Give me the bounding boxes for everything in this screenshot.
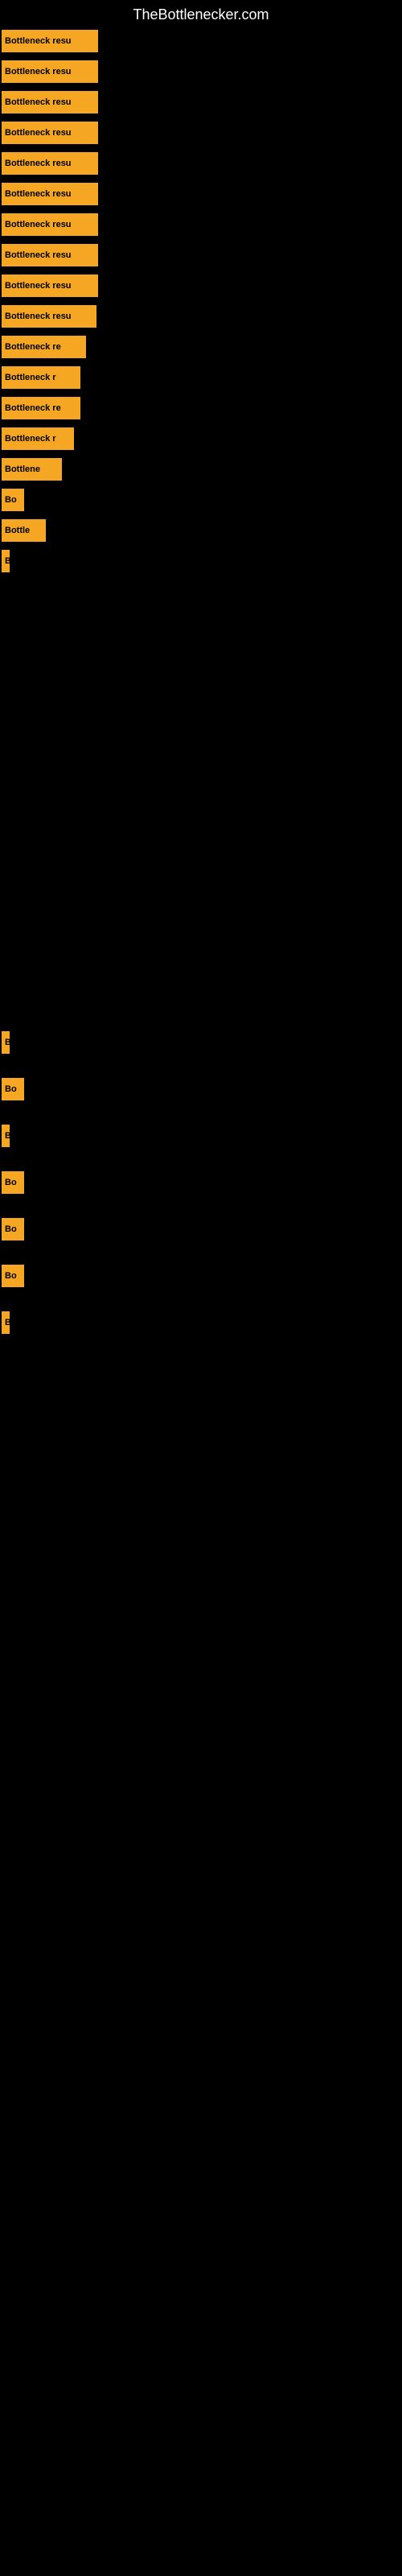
gap-4 — [2, 741, 400, 838]
bottleneck-label-11: Bottleneck re — [2, 336, 86, 358]
bottleneck-row-14: Bottleneck r — [2, 427, 400, 450]
bottleneck-row-24: Bo — [2, 1265, 400, 1287]
bottleneck-row-5: Bottleneck resu — [2, 152, 400, 175]
bottleneck-row-20: Bo — [2, 1078, 400, 1100]
bottleneck-row-11: Bottleneck re — [2, 336, 400, 358]
bottleneck-row-16: Bo — [2, 489, 400, 511]
bottleneck-row-17: Bottle — [2, 519, 400, 542]
gap-6 — [2, 935, 400, 1031]
bottleneck-label-5: Bottleneck resu — [2, 152, 98, 175]
bottleneck-row-9: Bottleneck resu — [2, 275, 400, 297]
bottleneck-row-1: Bottleneck resu — [2, 30, 400, 52]
bottleneck-row-10: Bottleneck resu — [2, 305, 400, 328]
row-gap-24 — [2, 1295, 400, 1311]
bottleneck-label-2: Bottleneck resu — [2, 60, 98, 83]
rows-container-bottom: B Bo B Bo Bo Bo B — [2, 1031, 400, 1358]
row-gap-22 — [2, 1202, 400, 1218]
bottleneck-row-21: B — [2, 1125, 400, 1147]
row-gap-19 — [2, 1062, 400, 1078]
bottleneck-row-7: Bottleneck resu — [2, 213, 400, 236]
bottleneck-row-23: Bo — [2, 1218, 400, 1241]
bottleneck-label-3: Bottleneck resu — [2, 91, 98, 114]
site-title: TheBottlenecker.com — [2, 0, 400, 30]
bottleneck-label-24: Bo — [2, 1265, 24, 1287]
bottleneck-row-25: B — [2, 1311, 400, 1334]
bottleneck-row-22: Bo — [2, 1171, 400, 1194]
bottleneck-row-15: Bottlene — [2, 458, 400, 481]
bottleneck-label-7: Bottleneck resu — [2, 213, 98, 236]
bottleneck-label-21: B — [2, 1125, 10, 1147]
bottleneck-row-12: Bottleneck r — [2, 366, 400, 389]
rows-container: Bottleneck resu Bottleneck resu Bottleneck… — [2, 30, 400, 572]
bottleneck-label-12: Bottleneck r — [2, 366, 80, 389]
bottleneck-label-18: B — [2, 550, 10, 572]
bottleneck-label-25: B — [2, 1311, 10, 1334]
bottleneck-row-3: Bottleneck resu — [2, 91, 400, 114]
row-gap-20 — [2, 1108, 400, 1125]
bottleneck-row-13: Bottleneck re — [2, 397, 400, 419]
bottleneck-row-19: B — [2, 1031, 400, 1054]
bottleneck-label-20: Bo — [2, 1078, 24, 1100]
bottleneck-row-6: Bottleneck resu — [2, 183, 400, 205]
bottleneck-label-10: Bottleneck resu — [2, 305, 96, 328]
bottleneck-label-17: Bottle — [2, 519, 46, 542]
bottleneck-label-15: Bottlene — [2, 458, 62, 481]
bottleneck-label-13: Bottleneck re — [2, 397, 80, 419]
bottleneck-label-6: Bottleneck resu — [2, 183, 98, 205]
bottleneck-label-14: Bottleneck r — [2, 427, 74, 450]
bottleneck-row-4: Bottleneck resu — [2, 122, 400, 144]
bottleneck-label-22: Bo — [2, 1171, 24, 1194]
gap-1 — [2, 580, 400, 629]
bottleneck-label-4: Bottleneck resu — [2, 122, 98, 144]
gap-5 — [2, 838, 400, 935]
bottleneck-label-9: Bottleneck resu — [2, 275, 98, 297]
bottleneck-row-18: B — [2, 550, 400, 572]
row-gap-25 — [2, 1342, 400, 1358]
bottleneck-row-8: Bottleneck resu — [2, 244, 400, 266]
bottleneck-row-2: Bottleneck resu — [2, 60, 400, 83]
bottleneck-label-19: B — [2, 1031, 10, 1054]
bottleneck-label-16: Bo — [2, 489, 24, 511]
gap-2 — [2, 629, 400, 677]
row-gap-21 — [2, 1155, 400, 1171]
gap-3 — [2, 677, 400, 741]
row-gap-23 — [2, 1249, 400, 1265]
bottleneck-label-23: Bo — [2, 1218, 24, 1241]
page-container: TheBottlenecker.com Bottleneck resuBottl… — [0, 0, 402, 1358]
bottleneck-label-8: Bottleneck resu — [2, 244, 98, 266]
bottleneck-label-1: Bottleneck resu — [2, 30, 98, 52]
